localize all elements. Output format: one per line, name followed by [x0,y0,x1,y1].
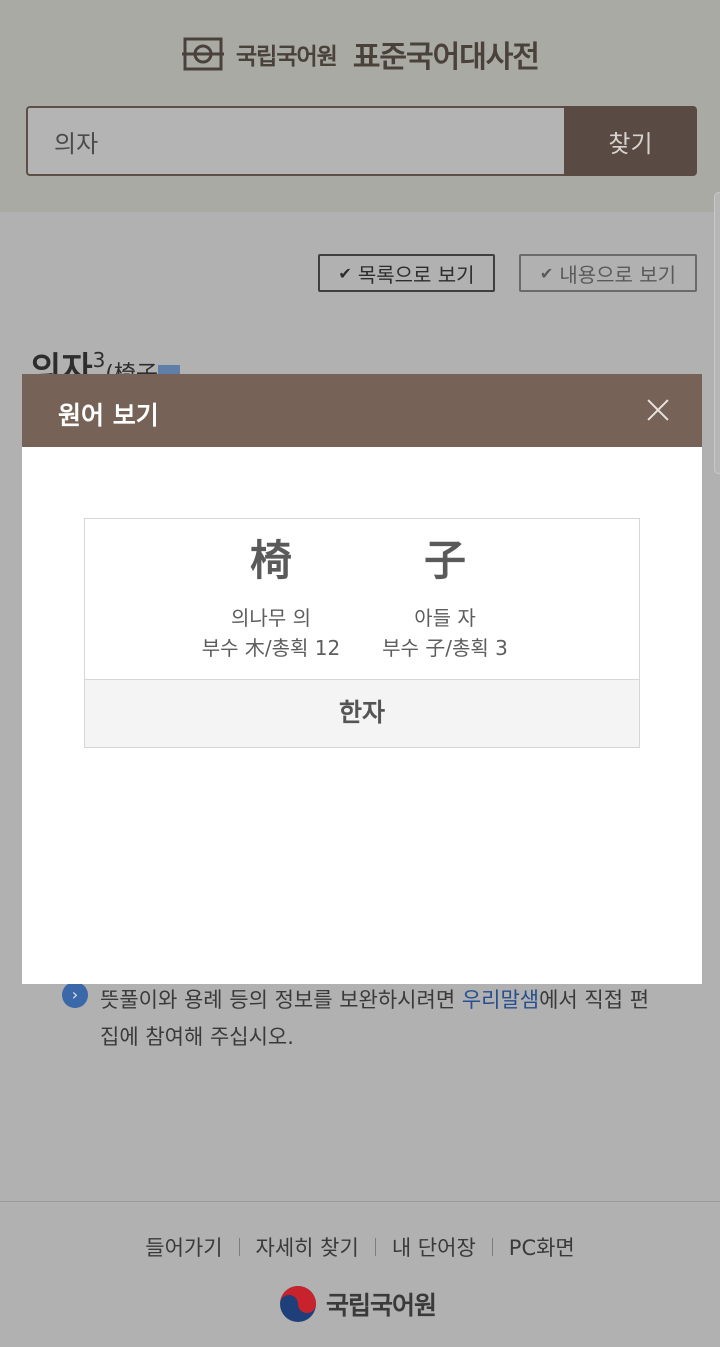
hanja-reading: 아들 자 [414,606,476,630]
chevron-right-icon: › [62,982,88,1008]
logo-dict-name: 표준국어대사전 [352,40,540,75]
search-input[interactable] [26,106,566,176]
modal-header: 원어 보기 [22,374,702,447]
edit-notice: › 뜻풀이와 용례 등의 정보를 보완하시려면 우리말샘에서 직접 편집에 참여… [62,982,662,1056]
hanja-glyph: 子 [423,536,466,585]
hanja-table: 椅 의나무 의 부수 木/총획 12 子 아들 자 부수 子/총획 3 한자 [84,518,640,748]
search-button[interactable]: 찾기 [564,106,697,176]
entry-headword: 의자3(椅子 [30,342,180,378]
footer-link-advanced-search[interactable]: 자세히 찾기 [256,1232,359,1262]
footer-link-enter[interactable]: 들어가기 [145,1232,222,1262]
hanja-reading: 의나무 의 [231,606,311,630]
list-view-button[interactable]: ✔ 목록으로 보기 [318,254,495,292]
urimalsaem-link[interactable]: 우리말샘 [462,988,539,1012]
notice-text: 뜻풀이와 용례 등의 정보를 보완하시려면 우리말샘에서 직접 편집에 참여해 … [62,982,662,1056]
check-icon: ✔ [338,263,352,283]
footer-org-name: 국립국어원 [326,1291,437,1320]
check-icon: ✔ [539,263,554,283]
logo-emblem-icon [182,37,224,71]
site-header: 국립국어원 표준국어대사전 찾기 [0,0,720,212]
content-view-label: 내용으로 보기 [559,262,677,287]
site-logo[interactable]: 국립국어원 표준국어대사전 [182,34,540,75]
divider [374,1238,376,1256]
content-view-button[interactable]: ✔ 내용으로 보기 [519,254,697,292]
divider [491,1238,493,1256]
close-icon[interactable] [642,394,674,426]
footer-link-my-wordbook[interactable]: 내 단어장 [392,1232,476,1262]
footer-nav: 들어가기 자세히 찾기 내 단어장 PC화면 [0,1232,720,1262]
list-view-label: 목록으로 보기 [357,262,475,287]
logo-org-name: 국립국어원 [236,44,338,70]
footer-link-pc-view[interactable]: PC화면 [509,1232,575,1262]
homograph-number: 3 [92,348,106,372]
hanja-radical: 부수 木/총획 12 [201,636,341,660]
hanja-character[interactable]: 子 아들 자 부수 子/총획 3 [355,529,535,663]
taegeuk-emblem-icon [280,1286,316,1322]
footer-logo[interactable]: 국립국어원 [278,1284,437,1324]
modal-title: 원어 보기 [58,401,159,430]
origin-type-label: 한자 [85,679,639,747]
hanja-characters: 椅 의나무 의 부수 木/총획 12 子 아들 자 부수 子/총획 3 [85,519,639,679]
origin-view-modal: 원어 보기 椅 의나무 의 부수 木/총획 12 子 아들 자 부수 子/총획 … [22,374,702,984]
site-footer: 들어가기 자세히 찾기 내 단어장 PC화면 국립국어원 [0,1201,720,1347]
hanja-radical: 부수 子/총획 3 [382,636,508,660]
hanja-character[interactable]: 椅 의나무 의 부수 木/총획 12 [181,529,361,663]
scrollbar[interactable] [714,192,720,474]
divider [238,1238,240,1256]
notice-text-before: 뜻풀이와 용례 등의 정보를 보완하시려면 [100,988,462,1012]
hanja-glyph: 椅 [249,536,292,585]
